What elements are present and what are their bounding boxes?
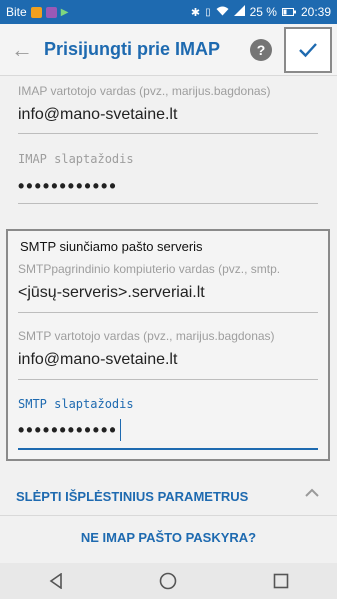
signal-icon [233, 5, 245, 19]
imap-password-label: IMAP slaptažodis [18, 152, 134, 166]
field-underline [18, 379, 318, 380]
smtp-username-value: info@mano-svetaine.lt [18, 351, 178, 368]
app-bar: ← Prisijungti prie IMAP ? [0, 24, 337, 76]
play-icon: ▶ [60, 6, 69, 18]
smtp-server-value: <jūsų-serveris>.serveriai.lt [18, 284, 205, 301]
smtp-password-field[interactable]: SMTP slaptažodis •••••••••••• [18, 397, 318, 450]
text-cursor [119, 419, 121, 441]
smtp-section-title: SMTP siunčiamo pašto serveris [20, 239, 203, 254]
chevron-up-icon [305, 486, 319, 501]
vibrate-icon: ▯ [205, 6, 211, 18]
checkmark-icon [299, 43, 317, 58]
status-bar: Bite ▶ ✱ ▯ 25 % 20:39 [0, 0, 337, 24]
recents-nav-icon[interactable] [261, 566, 301, 596]
clock: 20:39 [300, 5, 331, 19]
back-nav-icon[interactable] [36, 566, 76, 596]
field-underline-focused [18, 448, 318, 450]
back-arrow-icon[interactable]: ← [0, 37, 44, 63]
divider [0, 515, 337, 516]
field-underline [18, 133, 318, 134]
navigation-bar [0, 563, 337, 599]
hide-advanced-label: SLĖPTI IŠPLĖSTINIUS PARAMETRUS [16, 488, 249, 504]
imap-password-field[interactable]: IMAP slaptažodis •••••••••••• [18, 152, 318, 204]
smtp-password-value: •••••••••••• [18, 419, 118, 440]
imap-username-field[interactable]: IMAP vartotojo vardas (pvz., marijus.bag… [18, 84, 318, 134]
hide-advanced-button[interactable]: SLĖPTI IŠPLĖSTINIUS PARAMETRUS [0, 480, 337, 512]
smtp-server-field[interactable]: SMTPpagrindinio kompiuterio vardas (pvz.… [18, 262, 318, 313]
wifi-icon [216, 5, 229, 19]
field-underline [18, 312, 318, 313]
field-underline [18, 203, 318, 204]
carrier-label: Bite [6, 5, 27, 19]
help-icon[interactable]: ? [250, 39, 272, 61]
bluetooth-icon: ✱ [190, 6, 201, 19]
notification-icon [45, 6, 57, 18]
imap-password-value: •••••••••••• [18, 176, 118, 196]
page-title: Prisijungti prie IMAP [44, 39, 221, 59]
imap-username-value: info@mano-svetaine.lt [18, 106, 178, 123]
battery-label: 25 % [249, 5, 277, 19]
smtp-password-label: SMTP slaptažodis [18, 397, 134, 411]
notification-icon [30, 6, 42, 18]
smtp-username-field[interactable]: SMTP vartotojo vardas (pvz., marijus.bag… [18, 329, 318, 380]
smtp-server-label: SMTPpagrindinio kompiuterio vardas (pvz.… [18, 262, 281, 276]
battery-icon [281, 5, 296, 19]
smtp-username-label: SMTP vartotojo vardas (pvz., marijus.bag… [18, 329, 275, 343]
home-nav-icon[interactable] [148, 566, 188, 596]
not-imap-account-link[interactable]: NE IMAP PAŠTO PASKYRA? [0, 530, 337, 545]
confirm-button[interactable] [284, 27, 332, 73]
imap-username-label: IMAP vartotojo vardas (pvz., marijus.bag… [18, 84, 271, 98]
